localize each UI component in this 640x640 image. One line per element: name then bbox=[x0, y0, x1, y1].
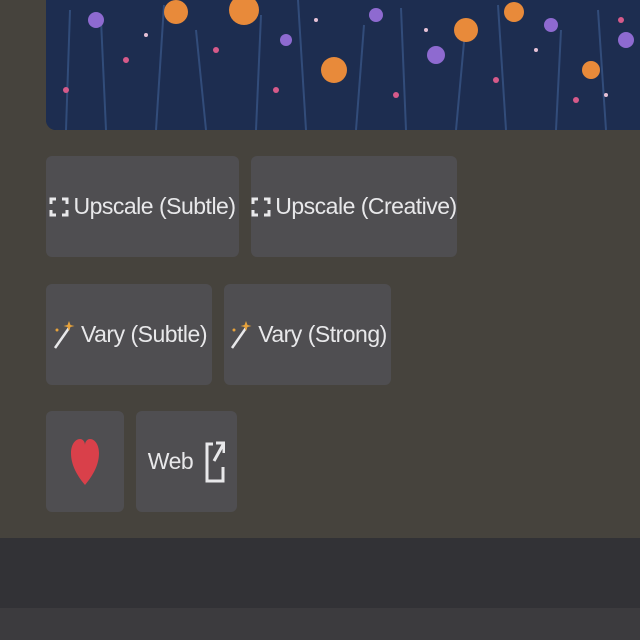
bottom-strip bbox=[0, 608, 640, 640]
upscale-subtle-button[interactable]: Upscale (Subtle) bbox=[46, 156, 239, 257]
upscale-icon bbox=[251, 197, 271, 217]
upscale-creative-button[interactable]: Upscale (Creative) bbox=[251, 156, 457, 257]
flower-field-image bbox=[46, 0, 640, 130]
upscale-subtle-label: Upscale (Subtle) bbox=[73, 193, 236, 219]
heart-icon bbox=[71, 438, 99, 485]
web-button[interactable]: Web bbox=[136, 411, 237, 512]
vary-strong-button[interactable]: Vary (Strong) bbox=[224, 284, 391, 385]
generated-image-preview[interactable] bbox=[46, 0, 640, 130]
favorite-button[interactable] bbox=[46, 411, 124, 512]
vary-subtle-label: Vary (Subtle) bbox=[80, 321, 208, 347]
vary-subtle-button[interactable]: Vary (Subtle) bbox=[46, 284, 212, 385]
magic-wand-icon bbox=[51, 320, 77, 350]
magic-wand-icon bbox=[228, 320, 254, 350]
web-label: Web bbox=[147, 448, 194, 474]
message-input-bar[interactable] bbox=[0, 538, 640, 608]
upscale-creative-label: Upscale (Creative) bbox=[275, 193, 457, 219]
vary-strong-label: Vary (Strong) bbox=[258, 321, 387, 347]
external-link-icon bbox=[205, 441, 226, 483]
upscale-icon bbox=[49, 197, 69, 217]
